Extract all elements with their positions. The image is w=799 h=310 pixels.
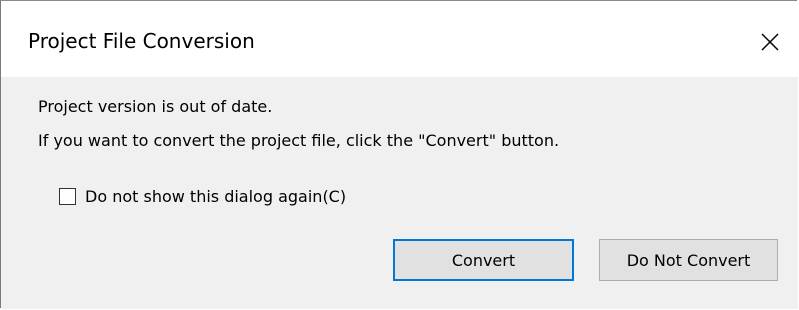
do-not-convert-button[interactable]: Do Not Convert xyxy=(599,239,778,281)
message-convert-instruction: If you want to convert the project file,… xyxy=(38,131,560,150)
close-button[interactable] xyxy=(748,20,792,64)
project-file-conversion-dialog: Project File Conversion Project version … xyxy=(0,0,798,309)
dont-show-again-checkbox[interactable] xyxy=(59,188,76,205)
message-out-of-date: Project version is out of date. xyxy=(38,97,273,116)
convert-button[interactable]: Convert xyxy=(393,239,574,281)
dialog-title-bar: Project File Conversion xyxy=(1,1,798,77)
close-icon xyxy=(761,33,779,51)
dialog-title: Project File Conversion xyxy=(28,29,255,53)
dont-show-again-row[interactable]: Do not show this dialog again(C) xyxy=(59,187,346,206)
dialog-body: Project version is out of date. If you w… xyxy=(1,77,798,309)
dont-show-again-label[interactable]: Do not show this dialog again(C) xyxy=(85,187,346,206)
